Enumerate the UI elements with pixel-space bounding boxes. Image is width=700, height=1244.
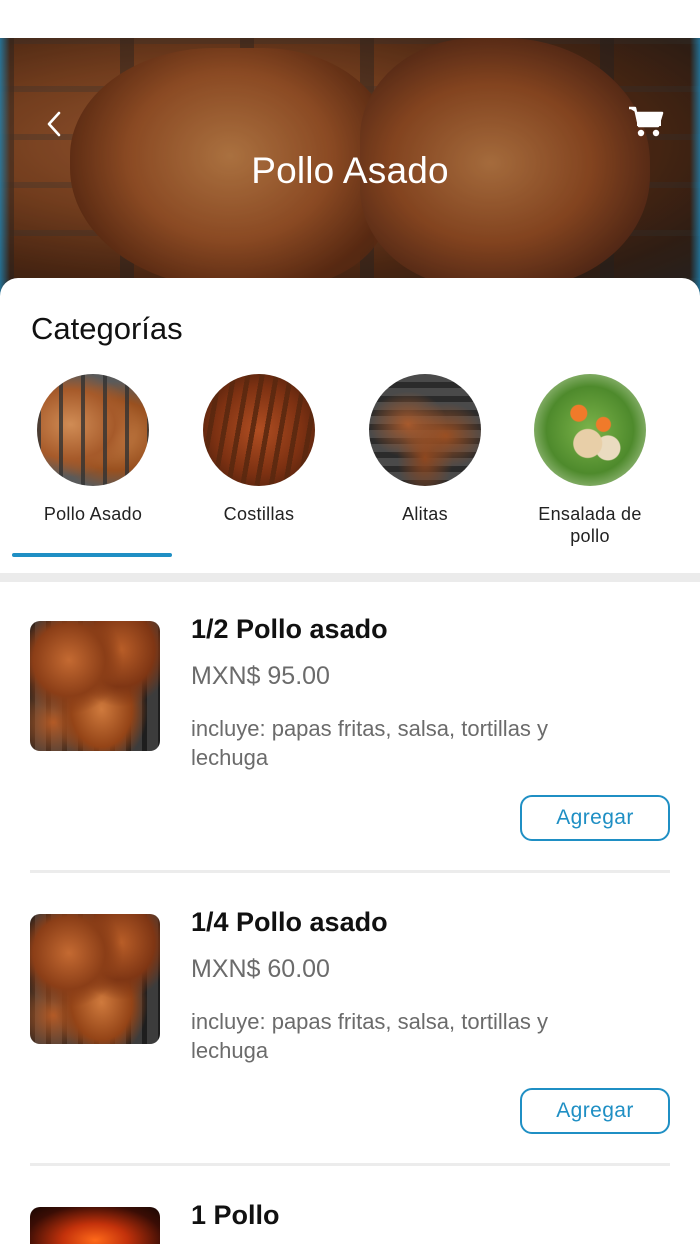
category-item-alitas[interactable]: Alitas	[332, 372, 502, 552]
active-category-indicator	[12, 553, 172, 557]
product-description: incluye: papas fritas, salsa, tortillas …	[191, 716, 549, 770]
category-item-pollo-asado[interactable]: Pollo Asado	[0, 372, 170, 552]
product-description: incluye: papas fritas, salsa, tortillas …	[191, 1009, 549, 1063]
add-to-cart-button[interactable]: Agregar	[520, 795, 670, 841]
product-price: MXN$ 95.00	[191, 662, 330, 690]
category-label: Ensalada de pollo	[538, 504, 642, 546]
category-label: Costillas	[223, 504, 295, 524]
add-to-cart-button[interactable]: Agregar	[520, 1088, 670, 1134]
section-divider	[0, 573, 700, 582]
category-image	[369, 374, 481, 486]
category-carousel[interactable]: Pollo Asado Costillas Alitas Ensalada de…	[0, 372, 700, 562]
row-divider	[30, 1163, 670, 1166]
product-name: 1 Pollo	[191, 1200, 280, 1230]
chevron-left-icon	[47, 111, 61, 137]
product-name: 1/4 Pollo asado	[191, 907, 388, 937]
back-button[interactable]	[34, 104, 74, 144]
cart-button[interactable]	[624, 100, 668, 144]
product-name: 1/2 Pollo asado	[191, 614, 388, 644]
categories-heading: Categorías	[31, 311, 183, 346]
category-item-ensalada-de-pollo[interactable]: Ensalada de pollo	[497, 372, 667, 552]
shopping-cart-icon	[629, 106, 664, 137]
category-item-costillas[interactable]: Costillas	[166, 372, 336, 552]
row-divider	[30, 870, 670, 873]
category-image	[37, 374, 149, 486]
product-image[interactable]	[30, 621, 160, 751]
category-label: Pollo Asado	[43, 504, 143, 524]
product-price: MXN$ 60.00	[191, 955, 330, 983]
category-label: Alitas	[402, 504, 448, 524]
product-image[interactable]	[30, 914, 160, 1044]
product-image[interactable]	[30, 1207, 160, 1244]
status-bar	[0, 0, 700, 38]
category-image	[203, 374, 315, 486]
page-title: Pollo Asado	[251, 150, 449, 191]
category-image	[534, 374, 646, 486]
